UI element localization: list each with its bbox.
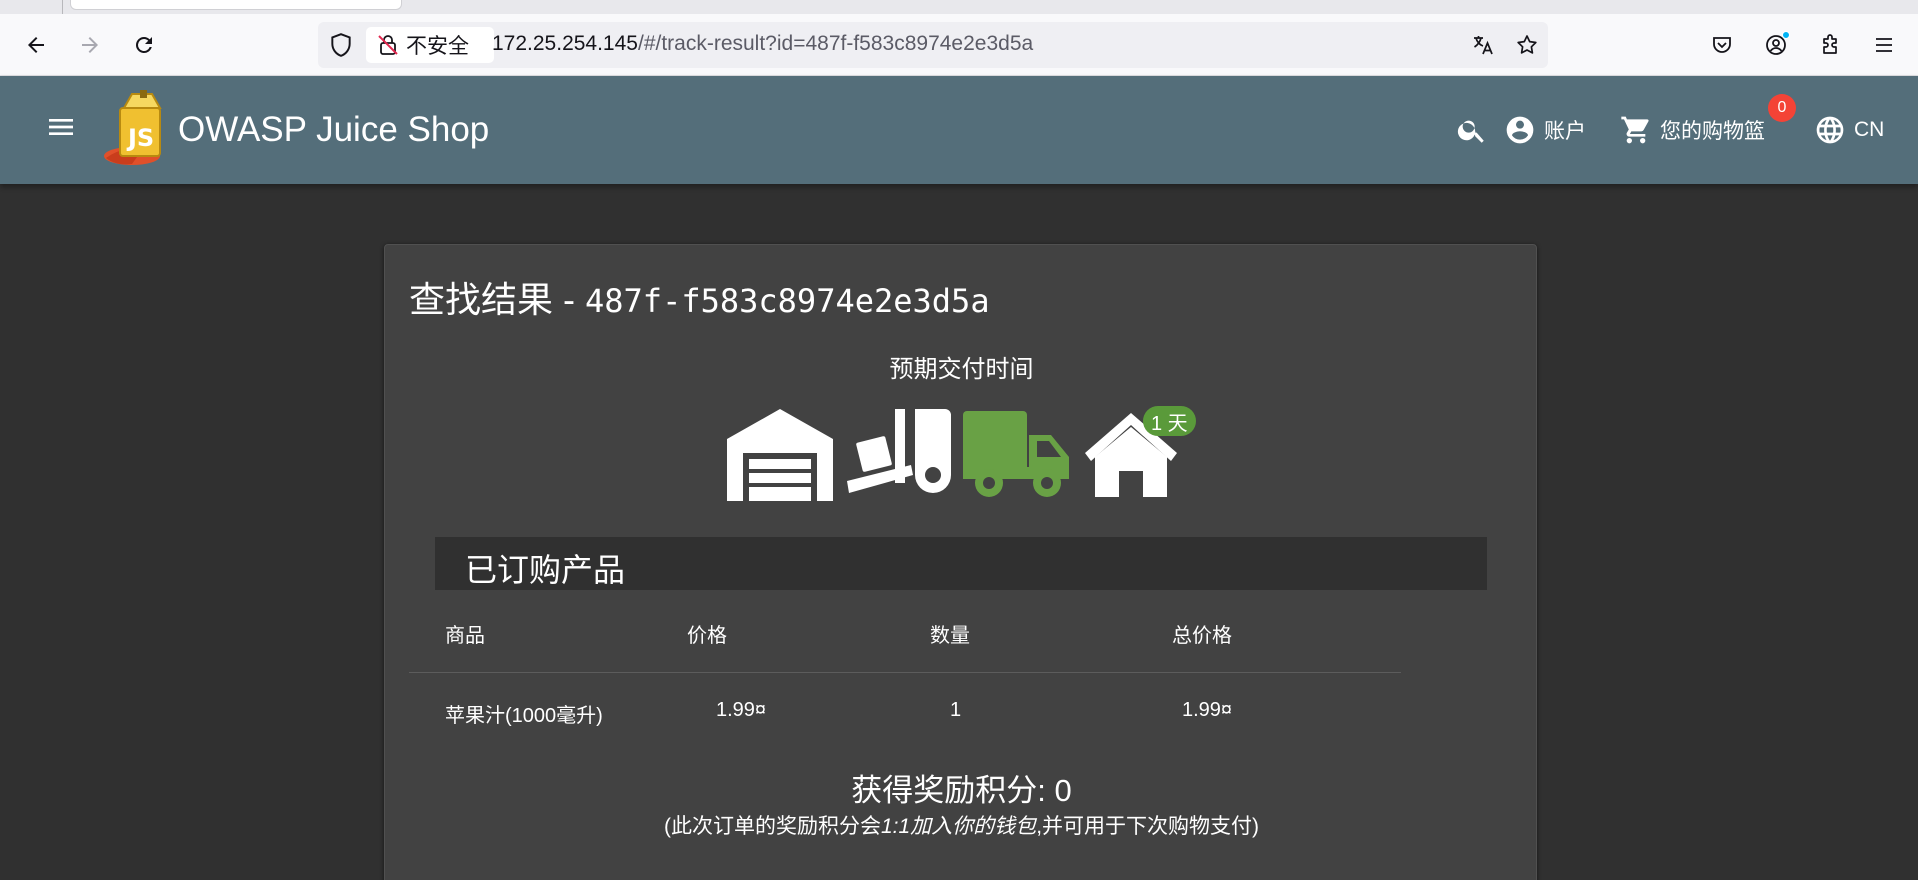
basket-button[interactable]: 您的购物篮	[1620, 110, 1765, 150]
product-name-cell: 苹果汁(1000毫升)	[445, 705, 603, 727]
site-security-indicator[interactable]: 不安全	[366, 27, 494, 63]
warehouse-icon	[727, 405, 833, 501]
svg-text:JS: JS	[126, 124, 154, 152]
sidenav-toggle-button[interactable]	[40, 106, 82, 148]
bonus-points: 获得奖励积分: 0	[851, 773, 1072, 808]
app-menu-button[interactable]	[1866, 27, 1902, 63]
url-host: 172.25.254.145	[492, 32, 638, 55]
translate-icon	[1474, 36, 1493, 55]
table-divider	[409, 672, 1401, 673]
tracking-shield-icon[interactable]	[328, 32, 354, 58]
language-label: CN	[1854, 118, 1885, 141]
ordered-products-header: 已订购产品	[435, 537, 1487, 590]
arrow-left-icon	[28, 37, 44, 53]
extensions-button[interactable]	[1812, 27, 1848, 63]
bonus-note-before: (此次订单的奖励积分会	[663, 815, 881, 838]
bookmark-button[interactable]	[1512, 30, 1542, 60]
truck-icon	[963, 405, 1071, 501]
shopping-cart-icon	[1621, 116, 1649, 144]
pocket-icon	[1713, 37, 1731, 53]
product-price-cell: 1.99¤	[716, 699, 767, 721]
search-button[interactable]	[1456, 110, 1488, 150]
eta-days-badge: 1 天	[1143, 406, 1196, 436]
column-header-quantity: 数量	[930, 625, 970, 647]
url-path: /#/track-result?id=487f-f583c8974e2e3d5a	[637, 32, 1034, 55]
ordered-products-title: 已订购产品	[465, 552, 626, 588]
basket-label: 您的购物篮	[1660, 120, 1765, 143]
column-header-total: 总价格	[1172, 625, 1232, 647]
delivery-progress	[727, 405, 1207, 501]
url-text[interactable]: 172.25.254.145/#/track-result?id=487f-f5…	[492, 32, 1033, 56]
account-menu-button[interactable]: 账户	[1504, 110, 1586, 150]
product-total-cell: 1.99¤	[1182, 699, 1233, 721]
search-icon	[1457, 120, 1484, 143]
order-id: 487f-f583c8974e2e3d5a	[585, 282, 990, 320]
browser-tab-active[interactable]	[70, 0, 402, 10]
column-header-product: 商品	[445, 625, 485, 647]
url-bar[interactable]: 不安全 172.25.254.145/#/track-result?id=487…	[318, 22, 1548, 68]
browser-tabstrip	[0, 0, 1918, 14]
translate-button[interactable]	[1468, 30, 1498, 60]
app-title[interactable]: OWASP Juice Shop	[178, 110, 489, 150]
menu-icon	[49, 119, 73, 135]
title-prefix: 查找结果 -	[409, 279, 585, 320]
column-header-price: 价格	[687, 625, 727, 647]
notification-dot	[1782, 31, 1790, 39]
eta-label: 预期交付时间	[889, 356, 1034, 383]
browser-toolbar: 不安全 172.25.254.145/#/track-result?id=487…	[0, 14, 1918, 76]
dolly-icon	[845, 405, 951, 501]
back-button[interactable]	[18, 27, 54, 63]
pocket-button[interactable]	[1704, 27, 1740, 63]
app-navbar: JS OWASP Juice Shop 账户 您的购物篮 0 CN	[0, 76, 1918, 184]
reload-button[interactable]	[126, 27, 162, 63]
puzzle-icon	[1823, 34, 1837, 54]
star-icon	[1517, 35, 1537, 54]
juice-shop-logo[interactable]: JS	[102, 88, 178, 170]
basket-count-badge: 0	[1768, 94, 1796, 122]
language-button[interactable]: CN	[1814, 110, 1884, 150]
insecure-label: 不安全	[406, 35, 469, 58]
account-label: 账户	[1544, 120, 1586, 143]
arrow-right-icon	[82, 37, 98, 53]
bonus-note: (此次订单的奖励积分会1:1加入你的钱包,并可用于下次购物支付)	[385, 810, 1538, 840]
tab-separator	[62, 0, 63, 14]
account-button[interactable]	[1758, 27, 1794, 63]
hamburger-icon	[1876, 38, 1892, 52]
insecure-lock-icon	[378, 35, 398, 55]
forward-button[interactable]	[72, 27, 108, 63]
reload-icon	[136, 36, 152, 53]
account-circle-icon	[1506, 116, 1534, 144]
product-quantity-cell: 1	[950, 699, 962, 721]
track-result-card: 查找结果 - 487f-f583c8974e2e3d5a 预期交付时间 1 天 …	[384, 244, 1537, 880]
track-result-title: 查找结果 - 487f-f583c8974e2e3d5a	[409, 271, 990, 323]
bonus-note-after: ,并可用于下次购物支付)	[1036, 815, 1260, 838]
bonus-note-emphasis: 1:1加入你的钱包	[880, 815, 1037, 838]
globe-icon	[1816, 116, 1844, 144]
